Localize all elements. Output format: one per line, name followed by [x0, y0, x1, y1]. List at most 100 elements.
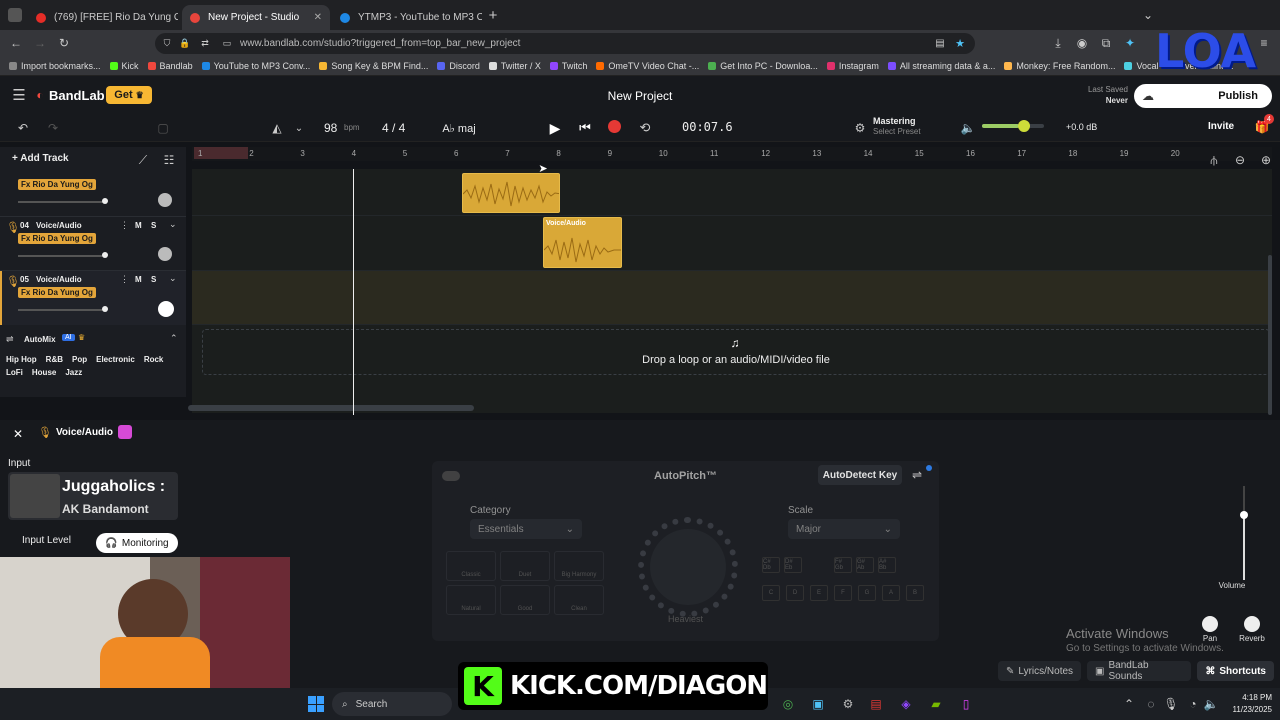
- volume-fader-handle[interactable]: [1240, 511, 1248, 519]
- extensions-icon[interactable]: ⧉: [1098, 35, 1114, 51]
- key-button[interactable]: D# Eb: [784, 557, 802, 573]
- preset-option[interactable]: Good: [500, 585, 550, 615]
- redo-icon[interactable]: ↷: [44, 120, 62, 136]
- track-row[interactable]: Fx Rio Da Yung Og: [0, 173, 186, 217]
- new-tab-button[interactable]: +: [484, 6, 502, 24]
- preset-option[interactable]: Big Harmony: [554, 551, 604, 581]
- time-signature[interactable]: 4 / 4: [382, 121, 405, 135]
- back-icon[interactable]: ←: [8, 35, 24, 51]
- browser-tab-active[interactable]: New Project - Studio ✕: [182, 5, 330, 30]
- mastering-preset[interactable]: Select Preset: [873, 127, 921, 136]
- pan-knob[interactable]: [158, 193, 172, 207]
- menu-icon[interactable]: ≡: [1256, 35, 1272, 51]
- extension-icon[interactable]: ✦: [1122, 35, 1138, 51]
- key-button[interactable]: A: [882, 585, 900, 601]
- genre-chip[interactable]: Electronic: [96, 355, 135, 364]
- mixer-icon[interactable]: ☷: [162, 153, 176, 167]
- taskbar-search[interactable]: ⌕ Search: [332, 692, 452, 716]
- track-name[interactable]: Voice/Audio: [36, 275, 82, 284]
- chevron-down-icon[interactable]: ⌄: [169, 273, 177, 284]
- bookmark-item[interactable]: Get Into PC - Downloa...: [708, 61, 818, 71]
- master-volume-slider[interactable]: [982, 120, 1044, 132]
- taskbar-date[interactable]: 11/23/2025: [1222, 705, 1272, 714]
- close-icon[interactable]: ✕: [308, 12, 322, 23]
- bookmark-item[interactable]: Instagram: [826, 61, 879, 71]
- brand-name[interactable]: BandLab: [49, 88, 105, 103]
- key-button[interactable]: C: [762, 585, 780, 601]
- key-button[interactable]: G: [858, 585, 876, 601]
- vertical-scrollbar[interactable]: [1268, 255, 1272, 415]
- solo-button[interactable]: S: [151, 275, 156, 284]
- audio-clip[interactable]: [462, 173, 560, 213]
- windows-start-icon[interactable]: [308, 696, 324, 712]
- url-field[interactable]: ⛉ 🔒 ⇄ ▭ www.bandlab.com/studio?triggered…: [155, 33, 975, 54]
- track-name[interactable]: Voice/Audio: [36, 221, 82, 230]
- bookmark-item[interactable]: Kick: [109, 61, 139, 71]
- hamburger-menu-icon[interactable]: ☰: [10, 87, 28, 104]
- key-button[interactable]: D: [786, 585, 804, 601]
- wifi-icon[interactable]: ◔: [1186, 696, 1200, 712]
- bookmark-item[interactable]: Monkey: Free Random...: [1004, 61, 1115, 71]
- key-button[interactable]: F# Gb: [834, 557, 852, 573]
- scale-select[interactable]: Major ⌄: [788, 519, 900, 539]
- fx-tag[interactable]: Fx Rio Da Yung Og: [18, 179, 96, 190]
- genre-chip[interactable]: LoFi: [6, 368, 23, 377]
- genre-chip[interactable]: Pop: [72, 355, 87, 364]
- genre-chip[interactable]: R&B: [46, 355, 63, 364]
- automix-label[interactable]: AutoMix: [24, 335, 56, 344]
- browser-tab[interactable]: YTMP3 - YouTube to MP3 Conv✕: [332, 5, 482, 30]
- tab-search-icon[interactable]: ⌄: [1140, 6, 1156, 24]
- snap-icon[interactable]: ⫛: [1206, 152, 1222, 168]
- genre-chip[interactable]: Hip Hop: [6, 355, 37, 364]
- bpm-value[interactable]: 98: [324, 121, 337, 135]
- discord-taskbar-icon[interactable]: ◈: [898, 696, 914, 712]
- audio-clip[interactable]: Voice/Audio: [543, 217, 622, 268]
- bookmark-item[interactable]: YouTube to MP3 Conv...: [201, 61, 310, 71]
- chevron-down-icon[interactable]: ⌄: [169, 219, 177, 230]
- bookmark-star-icon[interactable]: ★: [953, 36, 967, 50]
- chrome-icon[interactable]: ◎: [780, 696, 796, 712]
- preset-option[interactable]: Natural: [446, 585, 496, 615]
- track-more-icon[interactable]: ⋮: [120, 220, 129, 231]
- mastering-label[interactable]: Mastering: [873, 116, 916, 126]
- settings-icon[interactable]: ⚙: [840, 696, 856, 712]
- volume-tray-icon[interactable]: 🔈: [1204, 696, 1219, 712]
- close-panel-icon[interactable]: ✕: [10, 426, 26, 442]
- preset-option[interactable]: Classic: [446, 551, 496, 581]
- bookmark-item[interactable]: Bandlab: [147, 61, 193, 71]
- track-volume-handle[interactable]: [102, 252, 108, 258]
- undo-icon[interactable]: ↶: [14, 120, 32, 136]
- fx-tag[interactable]: Fx Rio Da Yung Og: [18, 287, 96, 298]
- skip-back-button[interactable]: ⏮: [576, 119, 594, 137]
- track-lane[interactable]: [192, 169, 1272, 216]
- timeline[interactable]: Voice/Audio ♫ Drop a loop or an audio/MI…: [188, 169, 1272, 415]
- cube-icon[interactable]: [118, 425, 132, 439]
- mute-button[interactable]: M: [135, 275, 142, 284]
- key-button[interactable]: B: [906, 585, 924, 601]
- play-button[interactable]: ▶: [546, 119, 564, 137]
- microphone-tray-icon[interactable]: 🎙: [1163, 696, 1178, 712]
- track-volume-slider[interactable]: [18, 252, 108, 258]
- track-row[interactable]: 🎙 04 Voice/Audio ⋮ M S ⌄ Fx Rio Da Yung …: [0, 217, 186, 271]
- loop-button[interactable]: ⟲: [636, 119, 654, 137]
- settings-sliders-icon[interactable]: ⇌: [908, 467, 926, 483]
- bookmark-item[interactable]: All streaming data & a...: [887, 61, 995, 71]
- app-icon[interactable]: ▯: [958, 696, 974, 712]
- lyrics-notes-button[interactable]: ✎ Lyrics/Notes: [998, 661, 1082, 681]
- invite-button[interactable]: Invite: [1208, 121, 1234, 132]
- photos-icon[interactable]: ▣: [810, 696, 826, 712]
- download-icon[interactable]: ⤓: [1050, 35, 1066, 51]
- shortcuts-button[interactable]: ⌘ Shortcuts: [1197, 661, 1274, 681]
- reader-icon[interactable]: ▤: [933, 36, 947, 50]
- tray-chevron-icon[interactable]: ⌃: [1122, 696, 1136, 712]
- get-membership-button[interactable]: Get ♛: [106, 86, 152, 104]
- wand-icon[interactable]: ⟋: [136, 153, 150, 167]
- zoom-in-icon[interactable]: ⊕: [1258, 152, 1274, 168]
- reload-icon[interactable]: ↻: [56, 35, 72, 51]
- genre-chip[interactable]: Jazz: [65, 368, 82, 377]
- input-selector[interactable]: Juggaholics : AK Bandamont: [8, 472, 178, 520]
- account-icon[interactable]: ◉: [1074, 35, 1090, 51]
- key-button[interactable]: A# Bb: [878, 557, 896, 573]
- nvidia-icon[interactable]: ▰: [928, 696, 944, 712]
- master-volume-handle[interactable]: [1018, 120, 1030, 132]
